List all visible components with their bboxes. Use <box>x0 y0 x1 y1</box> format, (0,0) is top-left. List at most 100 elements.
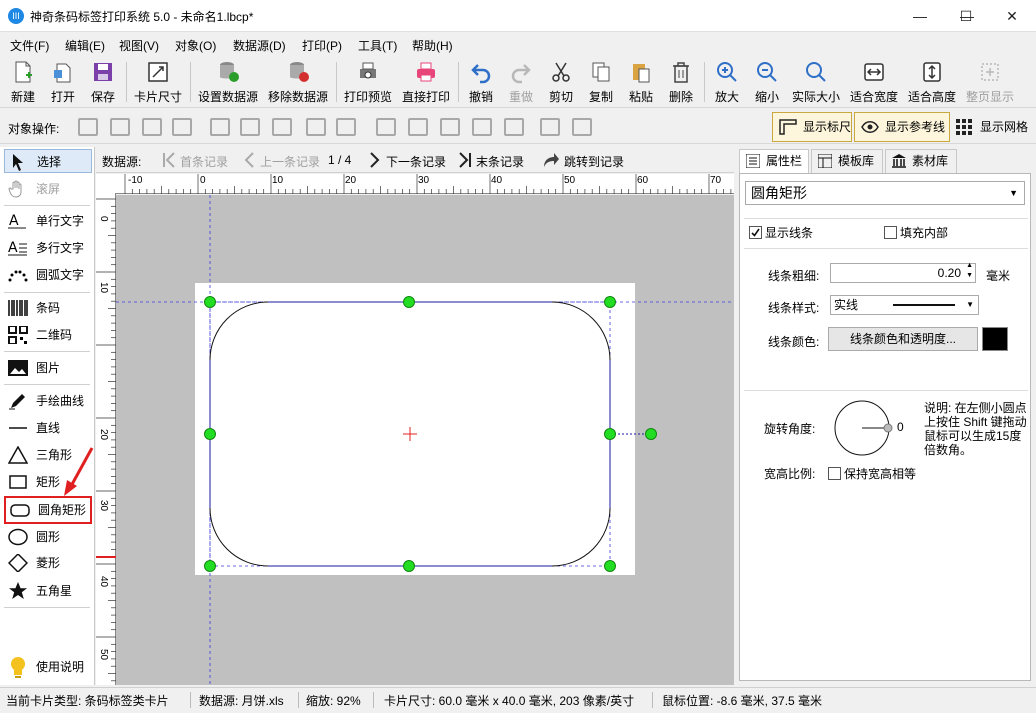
menu-tools[interactable]: 工具(T) <box>358 37 397 54</box>
remove-datasource-button[interactable]: 移除数据源 <box>266 60 330 106</box>
align-left-icon[interactable] <box>210 118 230 136</box>
shape-type-select[interactable]: 圆角矩形 ▼ <box>745 181 1025 205</box>
zoom-out-button[interactable]: 缩小 <box>750 60 784 106</box>
tool-rounded-rect[interactable]: 圆角矩形 <box>4 496 92 524</box>
jump-record-button[interactable]: 跳转到记录 <box>542 153 624 170</box>
cut-button[interactable]: 剪切 <box>544 60 578 106</box>
space-v-icon[interactable] <box>504 118 524 136</box>
first-record-button[interactable]: 首条记录 <box>162 152 228 170</box>
resize-handle[interactable] <box>403 560 415 572</box>
tool-barcode[interactable]: 条码 <box>4 296 92 320</box>
layer-bottom-icon[interactable] <box>172 118 192 136</box>
layer-down-icon[interactable] <box>142 118 162 136</box>
fit-height-button[interactable]: 适合高度 <box>906 60 958 106</box>
actual-size-button[interactable]: 实际大小 <box>789 60 843 106</box>
redo-button[interactable]: 重做 <box>504 60 538 106</box>
align-bottom-icon[interactable] <box>440 118 460 136</box>
design-canvas[interactable] <box>116 195 734 685</box>
resize-handle[interactable] <box>204 560 216 572</box>
line-color-swatch[interactable] <box>982 327 1008 351</box>
resize-handle[interactable] <box>604 428 616 440</box>
undo-button[interactable]: 撤销 <box>464 60 498 106</box>
paste-button[interactable]: 粘贴 <box>624 60 658 106</box>
group-icon[interactable] <box>540 118 560 136</box>
tool-image[interactable]: 图片 <box>4 356 92 380</box>
line-style-select[interactable]: 实线 ▼ <box>830 295 979 315</box>
delete-button[interactable]: 删除 <box>664 60 698 106</box>
card-size-button[interactable]: 卡片尺寸 <box>132 60 184 106</box>
tool-qrcode[interactable]: 二维码 <box>4 323 92 347</box>
resize-handle[interactable] <box>403 296 415 308</box>
maximize-button[interactable]: ☐ <box>943 0 989 32</box>
print-preview-button[interactable]: 打印预览 <box>342 60 394 106</box>
resize-handle[interactable] <box>204 428 216 440</box>
save-icon <box>94 63 112 81</box>
resize-handle[interactable] <box>604 296 616 308</box>
resize-handle[interactable] <box>604 560 616 572</box>
show-ruler-toggle[interactable]: 显示标尺 <box>772 112 852 142</box>
toolbar-separator <box>458 62 459 102</box>
line-color-button[interactable]: 线条颜色和透明度... <box>828 327 978 351</box>
fit-width-button[interactable]: 适合宽度 <box>848 60 900 106</box>
menu-datasource[interactable]: 数据源(D) <box>233 37 286 54</box>
rotation-dial[interactable] <box>832 398 894 458</box>
set-datasource-button[interactable]: 设置数据源 <box>196 60 260 106</box>
tool-scroll[interactable]: 滚屏 <box>4 177 92 201</box>
h-tick-label: 30 <box>418 175 430 186</box>
menu-file[interactable]: 文件(F) <box>10 37 49 54</box>
minimize-button[interactable]: — <box>897 0 943 32</box>
menu-view[interactable]: 视图(V) <box>119 37 159 54</box>
resize-handle[interactable] <box>204 296 216 308</box>
tool-multi-text[interactable]: A 多行文字 <box>4 236 92 260</box>
align-right-icon[interactable] <box>272 118 292 136</box>
h-tick-label: 70 <box>710 175 722 186</box>
close-button[interactable]: ✕ <box>989 0 1035 32</box>
page-view-button[interactable]: 整页显示 <box>964 60 1016 106</box>
copy-button[interactable]: 复制 <box>584 60 618 106</box>
tool-ellipse[interactable]: 圆形 <box>4 525 92 549</box>
line-width-input[interactable]: 0.20 ▲ ▼ <box>830 261 976 283</box>
menu-edit[interactable]: 编辑(E) <box>65 37 105 54</box>
menu-help[interactable]: 帮助(H) <box>412 37 453 54</box>
h-tick-label: 60 <box>637 175 649 186</box>
tool-line[interactable]: 直线 <box>4 416 92 440</box>
tool-arc-text[interactable]: 圆弧文字 <box>4 263 92 287</box>
fill-inside-checkbox[interactable]: 填充内部 <box>884 224 948 241</box>
open-button[interactable]: 打开 <box>46 60 80 106</box>
spinner-icon[interactable]: ▲ ▼ <box>966 261 973 281</box>
tool-diamond[interactable]: 菱形 <box>4 551 92 575</box>
next-record-button[interactable]: 下一条记录 <box>368 152 446 170</box>
tab-templates[interactable]: 模板库 <box>811 149 883 173</box>
zoom-in-button[interactable]: 放大 <box>710 60 744 106</box>
tool-select[interactable]: 选择 <box>4 149 92 173</box>
show-border-checkbox[interactable]: 显示线条 <box>749 224 813 241</box>
v-tick-label: 40 <box>98 576 109 588</box>
align-center-icon[interactable] <box>240 118 260 136</box>
show-grid-toggle[interactable]: 显示网格 <box>956 118 1036 136</box>
new-button[interactable]: 新建 <box>6 60 40 106</box>
show-guides-toggle[interactable]: 显示参考线 <box>854 112 950 142</box>
tab-materials[interactable]: 素材库 <box>885 149 957 173</box>
layer-up-icon[interactable] <box>78 118 98 136</box>
prev-record-button[interactable]: 上一条记录 <box>242 152 320 170</box>
tab-properties[interactable]: 属性栏 <box>739 149 809 173</box>
space-h-icon[interactable] <box>336 118 356 136</box>
save-button[interactable]: 保存 <box>86 60 120 106</box>
tool-freehand[interactable]: 手绘曲线 <box>4 389 92 413</box>
distribute-h-icon[interactable] <box>306 118 326 136</box>
tool-star[interactable]: 五角星 <box>4 579 92 603</box>
direct-print-button[interactable]: 直接打印 <box>400 60 452 106</box>
keep-aspect-checkbox[interactable]: 保持宽高相等 <box>828 465 916 482</box>
tool-single-text[interactable]: A 单行文字 <box>4 209 92 233</box>
layer-top-icon[interactable] <box>110 118 130 136</box>
ungroup-icon[interactable] <box>572 118 592 136</box>
align-middle-icon[interactable] <box>408 118 428 136</box>
align-top-icon[interactable] <box>376 118 396 136</box>
menu-print[interactable]: 打印(P) <box>302 37 342 54</box>
svg-text:A: A <box>9 213 19 229</box>
last-record-button[interactable]: 末条记录 <box>458 152 524 170</box>
help-button[interactable]: 使用说明 <box>4 655 92 679</box>
menu-object[interactable]: 对象(O) <box>175 37 216 54</box>
rotation-handle[interactable] <box>645 428 657 440</box>
distribute-v-icon[interactable] <box>472 118 492 136</box>
